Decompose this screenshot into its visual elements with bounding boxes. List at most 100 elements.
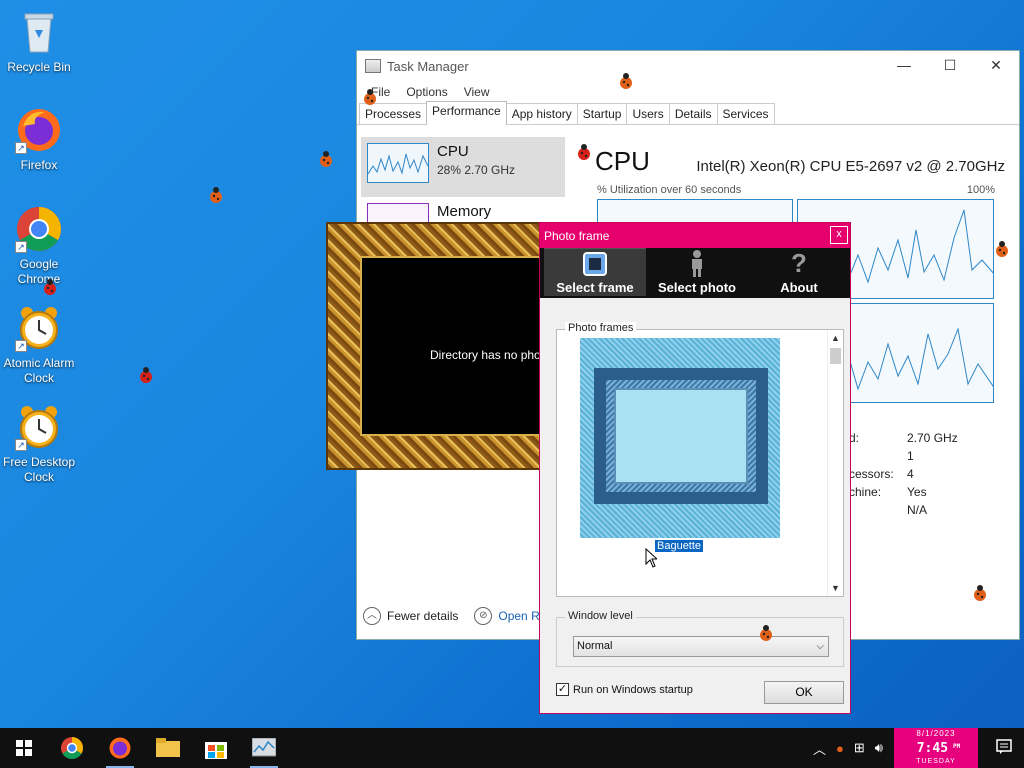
tray-clock[interactable]: 8/1/2023 7:45 PM TUESDAY xyxy=(894,728,978,768)
desktop-icon-free-desktop-clock[interactable]: ↗ Free Desktop Clock xyxy=(1,403,77,485)
alarm-clock-icon: ↗ xyxy=(15,304,63,352)
no-photos-message: Directory has no photos xyxy=(430,348,557,362)
sidebar-memory-name: Memory xyxy=(437,203,492,220)
question-icon: ? xyxy=(791,247,807,278)
scroll-thumb[interactable] xyxy=(830,348,841,364)
tab-details[interactable]: Details xyxy=(668,103,718,124)
minimize-button[interactable]: — xyxy=(881,51,927,81)
gold-photo-frame-widget[interactable]: Directory has no photos xyxy=(326,222,557,470)
utilization-max: 100% xyxy=(966,184,995,196)
photo-frame-titlebar[interactable]: Photo frame x xyxy=(540,223,850,248)
task-manager-icon xyxy=(252,738,276,757)
cpu-model: Intel(R) Xeon(R) CPU E5-2697 v2 @ 2.70GH… xyxy=(696,158,1005,175)
network-icon[interactable]: ⊞ xyxy=(849,740,870,756)
ladybug-icon xyxy=(760,625,772,641)
taskbar-chrome[interactable] xyxy=(48,728,96,768)
taskbar-firefox[interactable] xyxy=(96,728,144,768)
stat-key xyxy=(849,501,907,519)
ok-button[interactable]: OK xyxy=(764,681,844,704)
utilization-label: % Utilization over 60 seconds xyxy=(597,184,742,196)
taskbar-store[interactable] xyxy=(192,728,240,768)
sidebar-item-cpu[interactable]: CPU 28% 2.70 GHz xyxy=(361,137,565,197)
fewer-details-link[interactable]: Fewer details xyxy=(387,609,458,623)
chrome-icon: ↗ xyxy=(15,205,63,253)
menu-view[interactable]: View xyxy=(456,85,498,99)
tab-processes[interactable]: Processes xyxy=(359,103,428,124)
ladybug-icon xyxy=(210,187,222,203)
ladybug-tray-icon[interactable]: ● xyxy=(831,741,849,756)
alarm-clock-icon: ↗ xyxy=(15,403,63,451)
clock-time-value: 7:45 xyxy=(916,741,949,756)
run-on-startup-label: Run on Windows startup xyxy=(573,683,693,696)
select-photo-button[interactable]: Select photo xyxy=(646,248,748,296)
frame-icon xyxy=(544,249,646,279)
maximize-button[interactable]: ☐ xyxy=(927,51,973,81)
ladybug-icon xyxy=(578,144,590,160)
select-frame-label: Select frame xyxy=(556,280,634,295)
folder-icon xyxy=(156,738,180,757)
notifications-icon[interactable] xyxy=(984,738,1024,758)
window-level-value: Normal xyxy=(577,640,613,652)
close-button[interactable]: ✕ xyxy=(973,51,1019,81)
tab-app-history[interactable]: App history xyxy=(505,103,578,124)
window-level-legend: Window level xyxy=(565,610,636,622)
cpu-header: CPU Intel(R) Xeon(R) CPU E5-2697 v2 @ 2.… xyxy=(595,146,1005,177)
mouse-cursor-icon xyxy=(645,548,657,568)
frame-thumbnail-baguette[interactable] xyxy=(580,338,780,538)
frame-thumbnail-inner xyxy=(614,388,748,484)
ladybug-icon xyxy=(364,89,376,105)
scroll-up-icon[interactable]: ▲ xyxy=(828,330,843,346)
clock-ampm: PM xyxy=(953,743,961,750)
desktop-icon-google-chrome[interactable]: ↗ Google Chrome xyxy=(1,205,77,287)
ladybug-icon xyxy=(44,279,56,295)
photo-frame-dialog: Photo frame x Select frame Select photo … xyxy=(539,222,851,714)
frame-item-label[interactable]: Baguette xyxy=(653,539,705,553)
shortcut-arrow-icon: ↗ xyxy=(15,142,27,154)
desktop-icon-label: Firefox xyxy=(20,158,58,172)
desktop-icon-atomic-alarm-clock[interactable]: ↗ Atomic Alarm Clock xyxy=(1,304,77,386)
chrome-icon xyxy=(61,737,83,759)
ladybug-icon xyxy=(974,585,986,601)
stat-value: 2.70 GHz xyxy=(907,431,958,445)
close-button[interactable]: x xyxy=(830,226,848,244)
about-label: About xyxy=(780,280,818,295)
start-button[interactable] xyxy=(0,728,48,768)
recycle-bin-icon xyxy=(15,8,63,56)
scroll-down-icon[interactable]: ▼ xyxy=(828,580,843,596)
tab-startup[interactable]: Startup xyxy=(576,103,628,124)
chevron-up-icon[interactable]: ︿ xyxy=(363,607,381,625)
photo-frame-toolbar: Select frame Select photo ? About xyxy=(540,248,850,298)
photo-area xyxy=(360,256,554,436)
stat-key: cessors: xyxy=(849,467,894,481)
select-frame-button[interactable]: Select frame xyxy=(544,248,646,296)
shortcut-arrow-icon: ↗ xyxy=(15,439,27,451)
stat-value: 1 xyxy=(907,449,914,463)
window-level-select[interactable]: Normal ⌵ xyxy=(573,636,829,657)
cpu-mini-graph xyxy=(367,143,429,183)
tab-performance[interactable]: Performance xyxy=(426,101,507,125)
about-button[interactable]: ? About xyxy=(748,248,850,296)
menu-options[interactable]: Options xyxy=(398,85,455,99)
stat-key xyxy=(849,447,907,465)
checkbox-icon[interactable]: ✓ xyxy=(556,683,569,696)
frame-thumbnail-border xyxy=(594,368,768,504)
tab-services[interactable]: Services xyxy=(716,103,775,124)
task-manager-icon xyxy=(365,59,381,73)
clock-date: 8/1/2023 xyxy=(916,729,956,738)
stat-key: chine: xyxy=(849,485,882,499)
window-title: Task Manager xyxy=(387,58,469,74)
tab-users[interactable]: Users xyxy=(626,103,670,124)
desktop-icon-firefox[interactable]: ↗ Firefox xyxy=(1,106,77,173)
volume-icon[interactable]: 🔊︎ xyxy=(870,740,888,756)
task-manager-titlebar[interactable]: Task Manager — ☐ ✕ xyxy=(357,51,1019,81)
run-on-startup-checkbox[interactable]: ✓ Run on Windows startup xyxy=(556,683,693,696)
taskbar: ︿ ● ⊞ 🔊︎ 8/1/2023 7:45 PM TUESDAY xyxy=(0,728,1024,768)
firefox-icon xyxy=(109,737,131,759)
frames-scrollbar[interactable]: ▲ ▼ xyxy=(827,330,843,596)
desktop-icon-recycle-bin[interactable]: Recycle Bin xyxy=(1,8,77,75)
chevron-up-icon[interactable]: ︿ xyxy=(808,739,831,758)
photo-frames-list: Photo frames Baguette ▲ ▼ xyxy=(556,322,844,597)
taskbar-task-manager[interactable] xyxy=(240,728,288,768)
window-level-group: Window level Normal ⌵ xyxy=(556,610,844,667)
taskbar-file-explorer[interactable] xyxy=(144,728,192,768)
